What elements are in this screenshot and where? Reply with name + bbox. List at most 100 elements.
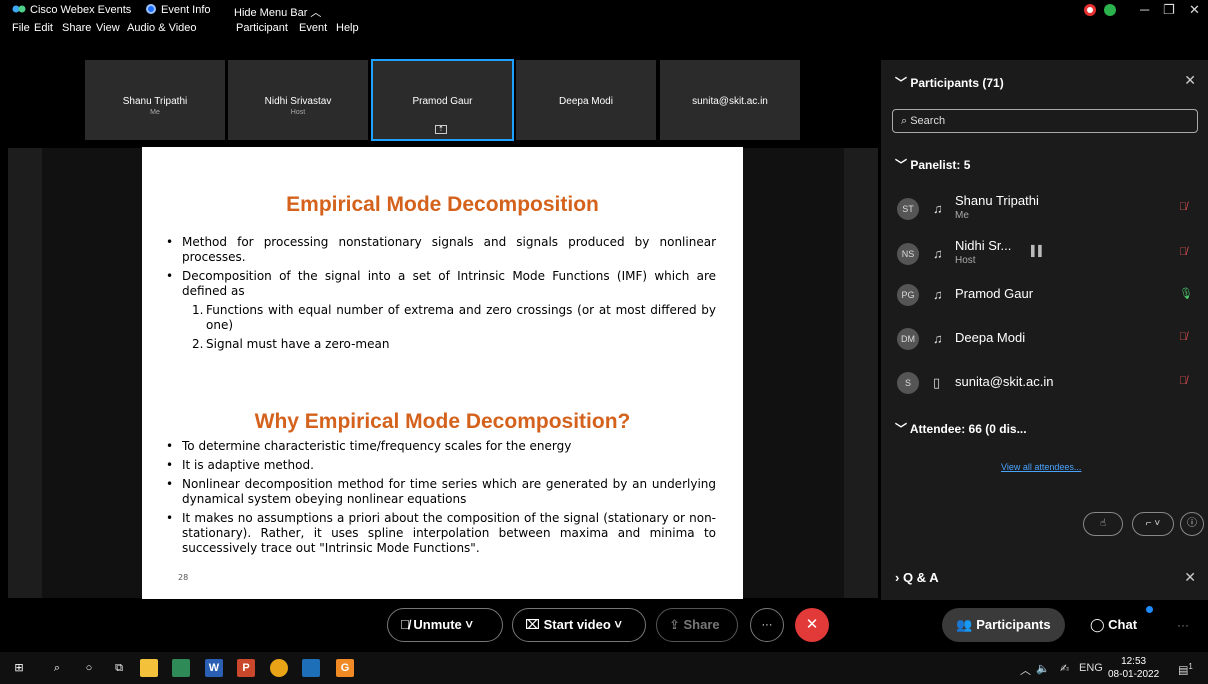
audio-level-icon: ▌▌: [1031, 246, 1046, 257]
menu-event[interactable]: Event: [299, 22, 327, 34]
avatar: S: [897, 372, 919, 394]
end-call-button[interactable]: ✕: [795, 608, 829, 642]
slide-bullet: It makes no assumptions a priori about t…: [166, 511, 716, 556]
app-title: Cisco Webex Events: [30, 4, 132, 16]
slide-bullet: Nonlinear decomposition method for time …: [166, 477, 716, 507]
network-health-icon[interactable]: [1104, 4, 1116, 16]
panelist-row[interactable]: NS ♫ Nidhi Sr... Host ▌▌ 🎙̸: [895, 235, 1205, 275]
video-tile-shanu[interactable]: Shanu Tripathi Me: [85, 60, 225, 140]
language-indicator[interactable]: ENG: [1079, 662, 1103, 674]
mic-muted-icon[interactable]: 🎙̸: [1179, 246, 1187, 258]
close-qa-icon[interactable]: ✕: [1184, 569, 1196, 586]
attendee-section-header[interactable]: ﹀ Attendee: 66 (0 dis...: [895, 420, 1027, 437]
participant-search-input[interactable]: ⌕ Search: [892, 109, 1198, 133]
participants-header[interactable]: ﹀ Participants (71): [895, 74, 1004, 91]
event-info-button[interactable]: Event Info: [146, 4, 211, 16]
clock-date: 08-01-2022: [1108, 669, 1160, 680]
close-window-icon[interactable]: ✕: [1189, 2, 1200, 18]
webex-taskbar-icon[interactable]: [302, 659, 320, 677]
sharing-icon: ⇡: [435, 125, 447, 134]
webex-logo-icon: [12, 5, 26, 13]
menu-help[interactable]: Help: [336, 22, 359, 34]
tile-name: Nidhi Srivastav: [264, 96, 332, 107]
video-tile-deepa[interactable]: Deepa Modi: [516, 60, 656, 140]
tile-role: Host: [290, 109, 306, 116]
clock[interactable]: 12:53 08-01-2022: [1108, 655, 1159, 681]
restore-icon[interactable]: ❐: [1163, 2, 1175, 18]
word-icon[interactable]: W: [205, 659, 223, 677]
participants-button[interactable]: 👥 Participants: [942, 608, 1065, 642]
file-explorer-icon[interactable]: [140, 659, 158, 677]
event-info-label: Event Info: [161, 4, 211, 16]
headset-icon: ♫: [933, 331, 943, 346]
notification-count: 1: [1188, 662, 1193, 671]
chat-label: Chat: [1108, 617, 1138, 632]
notifications-icon[interactable]: ▤1: [1178, 662, 1193, 677]
menu-audio-video[interactable]: Audio & Video: [127, 22, 197, 34]
video-tile-nidhi[interactable]: Nidhi Srivastav Host: [228, 60, 368, 140]
more-icon[interactable]: ···: [750, 608, 784, 642]
chevron-down-icon: ﹀: [895, 158, 911, 172]
start-video-button[interactable]: ⌧ Start video ˅: [512, 608, 646, 642]
view-all-attendees-link[interactable]: View all attendees...: [1001, 462, 1081, 472]
chat-icon: ◯: [1090, 617, 1109, 632]
close-panel-icon[interactable]: ✕: [1184, 72, 1196, 89]
hide-menu-bar-button[interactable]: Hide Menu Bar ︿: [234, 4, 321, 20]
unmute-button[interactable]: 🎙̸ Unmute ˅: [387, 608, 503, 642]
qa-panel[interactable]: › Q & A ✕: [881, 557, 1208, 598]
share-button[interactable]: ⇪ Share: [656, 608, 738, 642]
participants-panel: ﹀ Participants (71) ✕ ⌕ Search ﹀ Panelis…: [881, 60, 1208, 600]
slide-numbered-item: 2. Signal must have a zero-mean: [166, 337, 716, 352]
panelist-row[interactable]: S ▯ sunita@skit.ac.in 🎙̸: [895, 364, 1205, 404]
item-text: Functions with equal number of extrema a…: [206, 303, 716, 332]
menu-view[interactable]: View: [96, 22, 120, 34]
search-icon[interactable]: ⌕: [48, 659, 66, 677]
tile-name: Shanu Tripathi: [122, 96, 188, 107]
more-options-icon[interactable]: ···: [1177, 608, 1189, 642]
menu-share[interactable]: Share: [62, 22, 91, 34]
menu-edit[interactable]: Edit: [34, 22, 53, 34]
tray-chevron-icon[interactable]: ︿: [1020, 662, 1031, 678]
slide-title: Empirical Mode Decomposition: [286, 193, 599, 216]
mic-muted-icon[interactable]: 🎙̸: [1179, 375, 1187, 387]
avatar: NS: [897, 243, 919, 265]
reactions-button[interactable]: ⌐ ˅: [1132, 512, 1174, 536]
avatar: ST: [897, 198, 919, 220]
task-view-icon[interactable]: ⧉: [110, 659, 128, 677]
search-icon: ⌕: [901, 115, 911, 127]
panelist-row[interactable]: DM ♫ Deepa Modi 🎙̸: [895, 320, 1205, 360]
volume-icon[interactable]: 🔈: [1036, 662, 1050, 675]
participants-count: Participants (71): [910, 76, 1004, 90]
powerpoint-icon[interactable]: P: [237, 659, 255, 677]
lower-hand-button[interactable]: ☝: [1083, 512, 1123, 536]
more-options-icon[interactable]: ⓘ: [1180, 512, 1204, 536]
chevron-down-icon: ﹀: [895, 422, 910, 436]
headset-icon: ♫: [933, 201, 943, 216]
menu-participant[interactable]: Participant: [236, 22, 288, 34]
mic-on-icon[interactable]: 🎙: [1179, 287, 1193, 300]
info-icon: [146, 4, 156, 14]
panelist-row[interactable]: PG ♫ Pramod Gaur 🎙: [895, 276, 1205, 316]
mic-muted-icon[interactable]: 🎙̸: [1179, 331, 1187, 343]
meeting-toolbar: 🎙̸ Unmute ˅ ⌧ Start video ˅ ⇪ Share ··· …: [0, 600, 1208, 652]
mic-muted-icon[interactable]: 🎙̸: [1179, 201, 1187, 213]
slide-bullet: To determine characteristic time/frequen…: [166, 439, 716, 454]
cortana-icon[interactable]: ○: [80, 659, 98, 677]
menu-file[interactable]: File: [12, 22, 30, 34]
panelist-row[interactable]: ST ♫ Shanu Tripathi Me 🎙̸: [895, 190, 1205, 230]
grapher-app-icon[interactable]: G: [336, 659, 354, 677]
tile-name: Pramod Gaur: [412, 96, 473, 107]
chat-button[interactable]: ◯ Chat: [1090, 608, 1137, 642]
video-tile-pramod[interactable]: Pramod Gaur ⇡: [371, 59, 514, 141]
video-tile-sunita[interactable]: sunita@skit.ac.in: [660, 60, 800, 140]
pen-icon[interactable]: ✍: [1060, 662, 1069, 675]
recording-icon[interactable]: [1084, 4, 1096, 16]
photos-icon[interactable]: [172, 659, 190, 677]
panelist-section-header[interactable]: ﹀ Panelist: 5: [895, 156, 970, 173]
chrome-icon[interactable]: [270, 659, 288, 677]
minimize-icon[interactable]: ─: [1140, 2, 1149, 17]
windows-taskbar: ⊞ ⌕ ○ ⧉ W P G ︿ 🔈 ✍ ENG 12:53 08-01-2022…: [0, 652, 1208, 684]
windows-start-icon[interactable]: ⊞: [10, 659, 28, 677]
attendee-count: Attendee: 66 (0 dis...: [909, 422, 1027, 436]
title-bar: Cisco Webex Events Event Info Hide Menu …: [0, 0, 1208, 20]
